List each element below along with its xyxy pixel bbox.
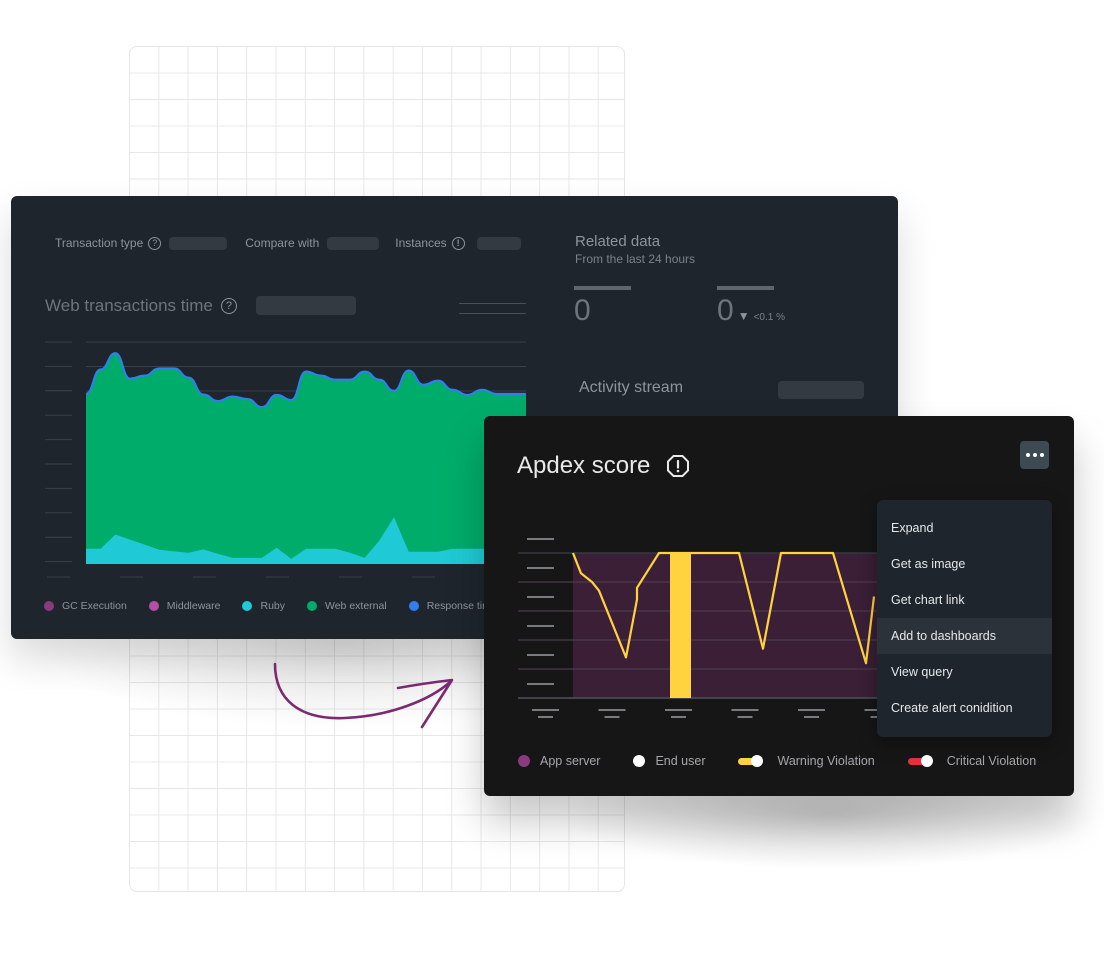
- filter-bar: Transaction type ? Compare with Instance…: [55, 236, 521, 250]
- alert-octagon-icon[interactable]: [666, 454, 690, 478]
- chart-filter-select[interactable]: [256, 296, 356, 315]
- trend-down-icon: ▼: [737, 309, 750, 323]
- menu-item-create-alert-condition[interactable]: Create alert conidition: [877, 690, 1052, 726]
- legend-dot: [148, 601, 159, 611]
- related-data-section: Related data From the last 24 hours: [575, 233, 695, 266]
- more-options-icon: [1025, 453, 1030, 457]
- warning-violation-band: [670, 553, 691, 698]
- apdex-title-text: Apdex score: [517, 452, 651, 479]
- legend-label: GC Execution: [62, 600, 127, 612]
- related-data-title: Related data: [575, 233, 661, 250]
- related-data-subtitle: From the last 24 hours: [575, 252, 696, 266]
- legend-item-warning-violation[interactable]: Warning Violation: [738, 754, 875, 768]
- legend-item-gc-execution[interactable]: GC Execution: [44, 600, 127, 612]
- legend-label: Warning Violation: [777, 754, 875, 768]
- apdex-chart: [518, 538, 884, 718]
- chart-options-menu: Expand Get as image Get chart link Add t…: [877, 500, 1052, 737]
- legend-dot: [633, 755, 646, 767]
- legend-label: App server: [540, 754, 601, 768]
- menu-item-get-chart-link[interactable]: Get chart link: [877, 582, 1052, 618]
- transaction-type-select[interactable]: [169, 236, 228, 250]
- legend-dot: [242, 601, 253, 611]
- chart-options-lines: [459, 303, 526, 323]
- stat-delta: <0.1 %: [753, 312, 785, 323]
- instances-select[interactable]: [476, 236, 521, 250]
- legend-label: Middleware: [166, 600, 221, 612]
- alert-circle-icon[interactable]: !: [451, 236, 465, 250]
- stat-value: 0: [574, 294, 591, 327]
- chart-title: Web transactions time ?: [45, 296, 237, 316]
- related-stat-1: 0: [574, 286, 631, 328]
- legend-label: End user: [655, 754, 706, 768]
- legend-dot: [408, 601, 419, 611]
- apdex-title: Apdex score: [517, 452, 690, 480]
- legend-item-middleware[interactable]: Middleware: [148, 600, 221, 612]
- critical-violation-toggle[interactable]: [907, 755, 934, 767]
- web-transactions-chart: [45, 341, 526, 578]
- legend-label: Web external: [325, 600, 387, 612]
- chart-title-text: Web transactions time: [45, 296, 213, 315]
- apdex-legend: App server End user Warning Violation Cr…: [518, 754, 1069, 768]
- app-server-region: [573, 553, 884, 698]
- chart-legend: GC Execution Middleware Ruby Web externa…: [44, 600, 519, 612]
- filter-label-instances: Instances: [395, 236, 447, 250]
- area-web-external: [86, 353, 526, 564]
- help-circle-icon[interactable]: ?: [220, 298, 237, 314]
- activity-stream-filter[interactable]: [778, 381, 864, 399]
- more-options-button[interactable]: [1020, 441, 1049, 469]
- legend-item-critical-violation[interactable]: Critical Violation: [907, 754, 1037, 768]
- compare-with-select[interactable]: [327, 236, 380, 250]
- curved-arrow-icon: [273, 662, 454, 729]
- legend-dot: [307, 601, 317, 611]
- filter-label-compare-with: Compare with: [245, 236, 320, 250]
- warning-violation-toggle[interactable]: [738, 755, 764, 767]
- legend-dot: [44, 601, 54, 611]
- legend-item-app-server[interactable]: App server: [518, 754, 600, 768]
- legend-item-web-external[interactable]: Web external: [307, 600, 387, 612]
- menu-item-view-query[interactable]: View query: [877, 654, 1052, 690]
- activity-stream-title: Activity stream: [579, 379, 684, 396]
- legend-label: Critical Violation: [946, 754, 1037, 768]
- legend-label: Ruby: [260, 600, 285, 612]
- stat-value: 0: [717, 294, 734, 327]
- help-circle-icon[interactable]: ?: [148, 236, 162, 250]
- stat-label-placeholder: [574, 286, 631, 290]
- legend-item-end-user[interactable]: End user: [633, 754, 705, 768]
- legend-item-ruby[interactable]: Ruby: [242, 600, 285, 612]
- menu-item-expand[interactable]: Expand: [877, 510, 1052, 546]
- related-stat-2: 0 ▼ <0.1 %: [717, 286, 785, 328]
- legend-dot: [518, 755, 530, 767]
- filter-label-transaction-type: Transaction type: [55, 236, 144, 250]
- menu-item-add-to-dashboards[interactable]: Add to dashboards: [877, 618, 1052, 654]
- menu-item-get-as-image[interactable]: Get as image: [877, 546, 1052, 582]
